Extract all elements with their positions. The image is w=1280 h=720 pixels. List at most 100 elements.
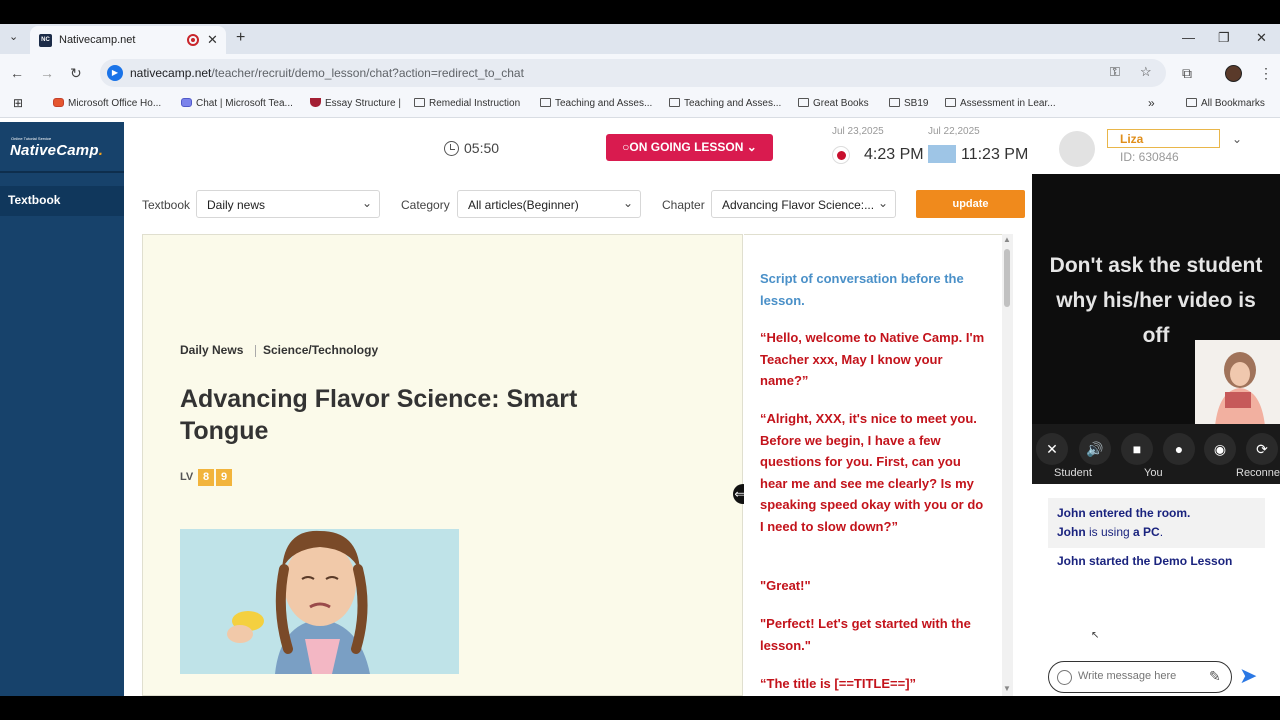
textbook-label: Textbook	[142, 198, 191, 212]
bookmark-star-icon[interactable]: ☆	[1140, 64, 1152, 80]
student-camera-off-icon[interactable]: ✕	[1036, 433, 1068, 465]
local-time: 4:23 PM	[864, 146, 924, 163]
microphone-icon[interactable]: ●	[1163, 433, 1195, 465]
url-path: /teacher/recruit/demo_lesson/chat?action…	[211, 66, 524, 80]
nativecamp-logo[interactable]: NativeCamp.	[10, 142, 103, 159]
url-host: nativecamp.net	[130, 66, 212, 80]
page: Online Tutorial Service NativeCamp. Text…	[0, 118, 1280, 696]
site-info-icon[interactable]: ▶	[107, 65, 123, 81]
script-scrollbar[interactable]: ▲ ▼	[1002, 234, 1013, 696]
bookmark-remedial[interactable]: Remedial Instruction	[414, 98, 520, 109]
chat-input-box[interactable]: ✎	[1048, 661, 1232, 693]
bookmark-teams[interactable]: Chat | Microsoft Tea...	[181, 98, 293, 109]
bookmark-essay[interactable]: Essay Structure |	[310, 98, 401, 109]
all-bookmarks-label: All Bookmarks	[1201, 98, 1265, 109]
girl-lemon-illustration	[180, 529, 459, 674]
screen: ⌄ NC Nativecamp.net ✕ + — ❐ ✕ ← → ↻ ▶ na…	[0, 0, 1280, 720]
folder-icon	[945, 98, 956, 107]
back-icon[interactable]: ←	[10, 65, 24, 81]
entered-text: entered the room.	[1085, 506, 1191, 520]
japan-flag-icon	[832, 146, 850, 164]
demo-started-message: John started the Demo Lesson	[1057, 554, 1233, 568]
reconnect-icon[interactable]: ⟳	[1246, 433, 1278, 465]
article-category[interactable]: Daily News	[180, 343, 243, 357]
camera-icon[interactable]: ■	[1121, 433, 1153, 465]
more-bookmarks-icon[interactable]: »	[1148, 96, 1155, 110]
tutor-avatar	[1059, 131, 1095, 167]
bookmark-great-books[interactable]: Great Books	[798, 98, 869, 109]
article-image	[180, 529, 459, 674]
forward-icon[interactable]: →	[40, 65, 54, 81]
mouse-cursor-icon: ↖	[1091, 630, 1100, 641]
user-name: John	[1057, 506, 1086, 520]
level-badge: 9	[216, 469, 232, 486]
student-label: Student	[1054, 467, 1092, 479]
omnibox[interactable]: ▶ nativecamp.net/teacher/recruit/demo_le…	[100, 59, 1166, 87]
chat-message-input[interactable]	[1078, 670, 1198, 682]
category-select[interactable]: All articles(Beginner) ⌄	[457, 190, 641, 218]
office-icon	[53, 98, 64, 107]
level-label: LV	[180, 471, 194, 483]
textbook-value: Daily news	[207, 198, 266, 212]
browser-tab[interactable]: NC Nativecamp.net ✕	[30, 26, 226, 54]
nativecamp-favicon-icon: NC	[39, 34, 52, 47]
sidebar-item-textbook[interactable]: Textbook	[0, 186, 124, 216]
recording-icon	[187, 34, 199, 46]
minimize-icon[interactable]: —	[1182, 30, 1195, 45]
category-value: All articles(Beginner)	[468, 198, 579, 212]
profile-avatar[interactable]	[1225, 65, 1242, 82]
window-close-icon[interactable]: ✕	[1256, 30, 1267, 46]
chapter-select[interactable]: Advancing Flavor Science:... ⌄	[711, 190, 896, 218]
bookmark-office[interactable]: Microsoft Office Ho...	[53, 98, 161, 109]
chevron-down-icon[interactable]: ⌄	[1232, 132, 1242, 146]
emoji-icon[interactable]	[1057, 670, 1072, 685]
textbook-select[interactable]: Daily news ⌄	[196, 190, 380, 218]
bookmark-label: Microsoft Office Ho...	[68, 98, 162, 109]
address-bar-row: ← → ↻ ▶ nativecamp.net/teacher/recruit/d…	[0, 54, 1280, 92]
restore-icon[interactable]: ❐	[1218, 30, 1230, 46]
browser-menu-icon[interactable]: ⋮	[1259, 65, 1273, 82]
tab-search-icon[interactable]: ⌄	[9, 30, 18, 43]
apps-grid-icon[interactable]: ⊞	[13, 96, 23, 110]
bookmark-teaching-2[interactable]: Teaching and Asses...	[669, 98, 781, 109]
bottom-letterbox	[0, 696, 1280, 720]
article-subcategory[interactable]: Science/Technology	[263, 343, 378, 357]
device-message: John is using a PC.	[1057, 523, 1265, 542]
bookmark-assessment[interactable]: Assessment in Lear...	[945, 98, 1056, 109]
folder-icon	[889, 98, 900, 107]
translate-pen-icon[interactable]: ✎	[1209, 668, 1221, 685]
video-panel: Don't ask the student why his/her video …	[1032, 174, 1280, 484]
bookmark-teaching-1[interactable]: Teaching and Asses...	[540, 98, 652, 109]
clock-icon	[444, 141, 459, 156]
bookmark-sb19[interactable]: SB19	[889, 98, 928, 109]
scroll-thumb[interactable]	[1004, 249, 1010, 307]
entered-message: John entered the room.	[1057, 504, 1265, 523]
speaker-icon[interactable]: 🔊	[1079, 433, 1111, 465]
scroll-down-icon[interactable]: ▼	[1003, 684, 1011, 693]
tab-bar: ⌄ NC Nativecamp.net ✕ + — ❐ ✕	[0, 24, 1280, 54]
screenshot-icon[interactable]: ◉	[1204, 433, 1236, 465]
ongoing-lesson-button[interactable]: ○ON GOING LESSON ⌄	[606, 134, 773, 161]
tutor-name: Liza	[1107, 129, 1220, 148]
password-key-icon[interactable]: ⚿	[1110, 64, 1120, 80]
send-icon[interactable]: ➤	[1239, 663, 1257, 689]
new-tab-icon[interactable]: +	[236, 29, 245, 47]
update-button[interactable]: update	[916, 190, 1025, 218]
you-label: You	[1144, 467, 1163, 479]
chapter-label: Chapter	[662, 198, 705, 212]
chat-panel: John entered the room. John is using a P…	[1032, 490, 1280, 696]
chevron-down-icon: ⌄	[361, 196, 372, 210]
reload-icon[interactable]: ↻	[70, 65, 82, 82]
folder-icon	[1186, 98, 1197, 107]
device-text: is using	[1085, 525, 1134, 539]
self-view-thumbnail	[1195, 340, 1280, 426]
scroll-up-icon[interactable]: ▲	[1003, 235, 1011, 244]
all-bookmarks[interactable]: All Bookmarks	[1186, 98, 1265, 109]
url-text[interactable]: nativecamp.net/teacher/recruit/demo_less…	[130, 66, 524, 80]
folder-icon	[540, 98, 551, 107]
extensions-icon[interactable]: ⧉	[1182, 65, 1192, 82]
chapter-value: Advancing Flavor Science:...	[722, 198, 875, 212]
tab-close-icon[interactable]: ✕	[207, 32, 218, 48]
chevron-down-icon: ⌄	[622, 196, 633, 210]
logo-dot: .	[98, 142, 104, 159]
